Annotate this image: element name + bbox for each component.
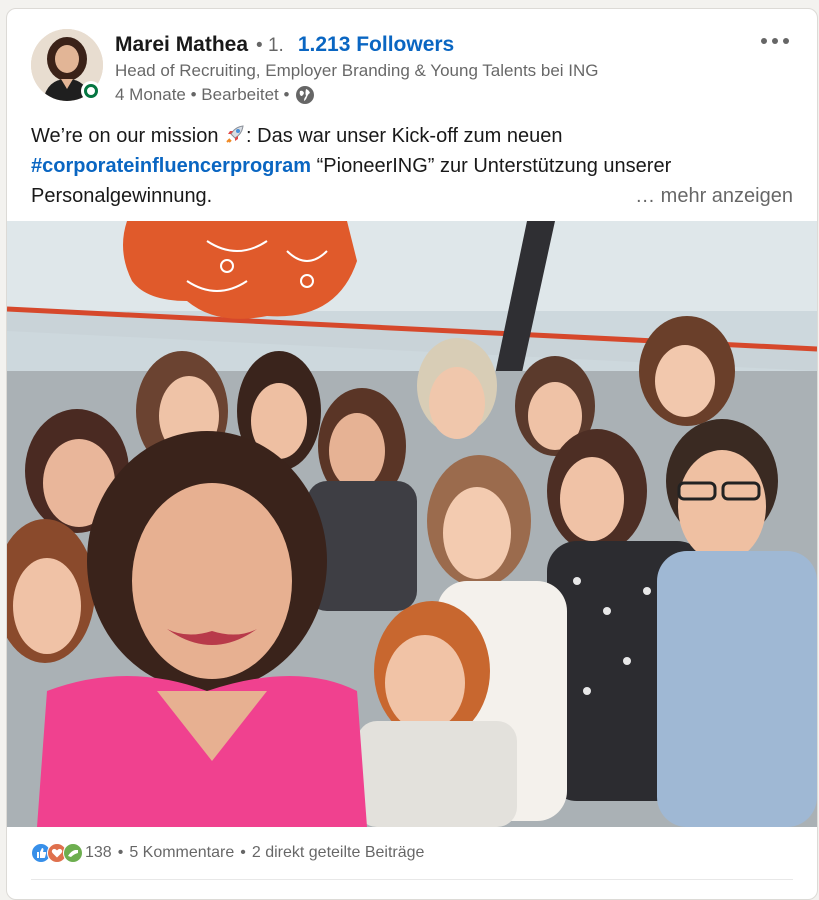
reactions-icons[interactable] bbox=[31, 843, 83, 863]
author-headline: Head of Recruiting, Employer Branding & … bbox=[115, 61, 599, 80]
hashtag-link[interactable]: #corporateinfluencerprogram bbox=[31, 155, 311, 177]
reposts-link[interactable]: 2 direkt geteilte Beiträge bbox=[252, 844, 425, 862]
post-image[interactable] bbox=[7, 221, 817, 827]
separator: • bbox=[117, 844, 124, 861]
post-text-part: Personalgewinnung. bbox=[31, 185, 213, 207]
followers-link[interactable]: 1.213 Followers bbox=[298, 33, 454, 57]
post-time: 4 Monate • Bearbeitet • bbox=[115, 85, 290, 104]
reaction-count[interactable]: 138 bbox=[85, 844, 112, 862]
globe-icon bbox=[295, 85, 315, 105]
post-text-part: : Das war unser Kick-off zum neuen bbox=[246, 125, 563, 147]
more-dot-icon bbox=[772, 38, 778, 44]
divider bbox=[31, 879, 793, 880]
more-options-button[interactable] bbox=[755, 29, 795, 53]
more-dot-icon bbox=[783, 38, 789, 44]
social-counts: 138 • 5 Kommentare • 2 direkt geteilte B… bbox=[31, 843, 424, 863]
rocket-icon bbox=[224, 123, 246, 145]
post-text-part: We’re on our mission bbox=[31, 125, 225, 147]
author-name[interactable]: Marei Mathea bbox=[115, 33, 248, 57]
support-icon bbox=[63, 843, 83, 863]
author-avatar[interactable] bbox=[31, 29, 103, 101]
post-card: Marei Mathea • 1. 1.213 Followers Head o… bbox=[6, 8, 818, 900]
author-name-row: Marei Mathea • 1. 1.213 Followers bbox=[115, 33, 454, 57]
comments-link[interactable]: 5 Kommentare bbox=[129, 844, 234, 862]
more-dot-icon bbox=[761, 38, 767, 44]
see-more-button[interactable]: … mehr anzeigen bbox=[629, 181, 793, 211]
online-status-icon bbox=[81, 81, 101, 101]
separator: • bbox=[240, 844, 246, 861]
post-meta: 4 Monate • Bearbeitet • bbox=[115, 85, 315, 105]
post-text-part: “PioneerING” zur Unterstützung unserer bbox=[311, 155, 672, 177]
connection-degree: • 1. bbox=[256, 35, 284, 56]
